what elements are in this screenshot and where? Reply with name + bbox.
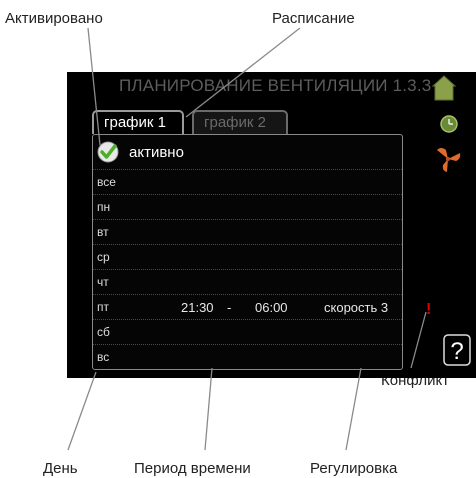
leader-schedule — [185, 27, 301, 118]
leader-activated — [87, 27, 101, 146]
leader-conflict — [410, 311, 427, 369]
leader-day — [67, 371, 97, 451]
callout-leaders — [67, 27, 427, 451]
leader-adjustment — [345, 367, 362, 451]
leader-time-period — [204, 367, 213, 451]
